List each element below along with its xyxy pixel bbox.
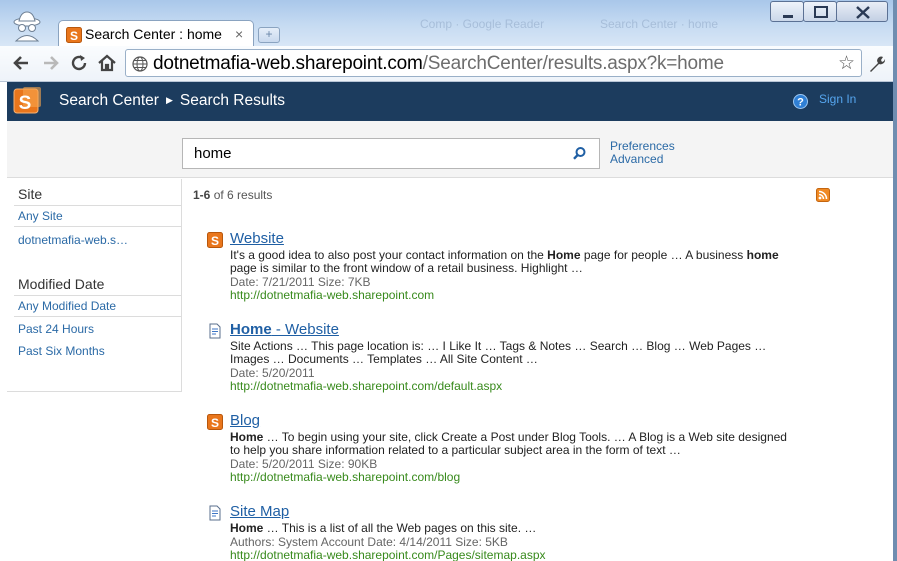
result-snippet: Home … To begin using your site, click C… bbox=[230, 430, 787, 458]
results-range: 1-6 bbox=[193, 188, 211, 202]
breadcrumb-separator-icon: ▶ bbox=[165, 95, 173, 105]
maximize-icon bbox=[814, 6, 828, 18]
svg-text:?: ? bbox=[797, 97, 804, 109]
wrench-icon[interactable] bbox=[866, 53, 888, 75]
incognito-icon bbox=[13, 11, 41, 42]
result-url-link[interactable]: http://dotnetmafia-web.sharepoint.com/de… bbox=[230, 379, 502, 393]
refiner-heading-site: Site bbox=[18, 186, 43, 202]
background-tab-label: Search Center · home bbox=[600, 17, 719, 31]
sharepoint-site-icon: S bbox=[207, 414, 223, 430]
background-tab-label: Comp · Google Reader bbox=[420, 17, 545, 31]
url-host: dotnetmafia-web.sharepoint.com bbox=[153, 53, 423, 74]
url-path: /SearchCenter/results.aspx?k=home bbox=[422, 53, 724, 74]
search-options: Preferences Advanced bbox=[610, 140, 675, 166]
refiner-item-any-site[interactable]: Any Site bbox=[18, 209, 63, 223]
result-title-link[interactable]: Website bbox=[230, 230, 284, 247]
home-icon[interactable] bbox=[96, 52, 118, 74]
results-count: 1-6 of 6 results bbox=[193, 188, 272, 202]
result-url-link[interactable]: http://dotnetmafia-web.sharepoint.com/Pa… bbox=[230, 548, 546, 561]
search-input[interactable] bbox=[183, 139, 563, 168]
address-bar[interactable]: dotnetmafia-web.sharepoint.com/SearchCen… bbox=[125, 49, 862, 77]
browser-toolbar: dotnetmafia-web.sharepoint.com/SearchCen… bbox=[0, 46, 897, 82]
globe-icon bbox=[132, 56, 148, 72]
bookmark-star-icon[interactable]: ☆ bbox=[838, 52, 855, 75]
breadcrumb: Search Center ▶ Search Results bbox=[59, 92, 285, 110]
sign-in-link[interactable]: Sign In bbox=[819, 92, 856, 106]
search-icon[interactable] bbox=[571, 146, 587, 162]
refiner-item-any-modified-date[interactable]: Any Modified Date bbox=[18, 299, 116, 313]
window-frame-edge bbox=[893, 0, 897, 561]
close-icon bbox=[856, 6, 870, 19]
result-meta: Date: 5/20/2011 Size: 90KB bbox=[230, 457, 378, 471]
sharepoint-logo-icon[interactable]: S bbox=[13, 86, 43, 116]
result-snippet: Site Actions … This page location is: … … bbox=[230, 339, 767, 367]
result-url-link[interactable]: http://dotnetmafia-web.sharepoint.com bbox=[230, 288, 434, 302]
result-title-rest: - Website bbox=[271, 321, 339, 338]
svg-text:S: S bbox=[19, 93, 32, 114]
result-title-link[interactable]: Blog bbox=[230, 412, 260, 429]
maximize-button[interactable] bbox=[803, 1, 837, 22]
refiner-item-site[interactable]: dotnetmafia-web.s… bbox=[18, 233, 128, 247]
svg-text:S: S bbox=[211, 416, 219, 430]
result-title-link[interactable]: Site Map bbox=[230, 503, 289, 520]
svg-text:S: S bbox=[211, 234, 219, 248]
reload-icon[interactable] bbox=[68, 52, 90, 74]
search-area: Preferences Advanced bbox=[7, 121, 894, 178]
help-icon[interactable]: ? bbox=[793, 94, 808, 109]
result-meta: Authors: System Account Date: 4/14/2011 … bbox=[230, 535, 508, 549]
result-title-bold: Home bbox=[230, 321, 272, 338]
forward-arrow-icon[interactable] bbox=[40, 52, 62, 74]
page-icon bbox=[209, 505, 221, 521]
url-text: dotnetmafia-web.sharepoint.com/SearchCen… bbox=[153, 53, 724, 75]
tab-title: Search Center : home bbox=[85, 26, 222, 42]
search-box bbox=[182, 138, 600, 169]
minimize-icon bbox=[783, 15, 793, 18]
refiner-item-past-24-hours[interactable]: Past 24 Hours bbox=[18, 322, 94, 336]
result-meta: Date: 5/20/2011 bbox=[230, 366, 315, 380]
advanced-search-link[interactable]: Advanced bbox=[610, 153, 675, 166]
rss-icon[interactable] bbox=[816, 188, 830, 202]
refiner-heading-modified-date: Modified Date bbox=[18, 276, 105, 292]
minimize-button[interactable] bbox=[770, 1, 804, 22]
browser-titlebar: S Search Center : home × + Comp · Google… bbox=[0, 0, 897, 47]
refiner-item-past-six-months[interactable]: Past Six Months bbox=[18, 344, 105, 358]
result-url-link[interactable]: http://dotnetmafia-web.sharepoint.com/bl… bbox=[230, 470, 460, 484]
svg-text:S: S bbox=[70, 29, 78, 43]
breadcrumb-search-results: Search Results bbox=[179, 92, 285, 109]
sharepoint-favicon-icon: S bbox=[66, 27, 82, 43]
results-total: of 6 results bbox=[213, 188, 273, 202]
close-window-button[interactable] bbox=[836, 1, 888, 22]
result-snippet: It's a good idea to also post your conta… bbox=[230, 248, 779, 276]
page-icon bbox=[209, 323, 221, 339]
result-title-link[interactable]: Home - Website bbox=[230, 321, 339, 338]
result-meta: Date: 7/21/2011 Size: 7KB bbox=[230, 275, 371, 289]
result-snippet: Home … This is a list of all the Web pag… bbox=[230, 521, 537, 535]
sharepoint-header: S Search Center ▶ Search Results ? Sign In bbox=[7, 82, 894, 121]
sharepoint-site-icon: S bbox=[207, 232, 223, 248]
back-arrow-icon[interactable] bbox=[10, 52, 32, 74]
tab-search-center[interactable]: S Search Center : home × bbox=[58, 20, 254, 47]
new-tab-button[interactable]: + bbox=[258, 27, 280, 43]
breadcrumb-search-center[interactable]: Search Center bbox=[59, 92, 159, 109]
refinement-panel: Site Any Site dotnetmafia-web.s… Modifie… bbox=[7, 179, 182, 392]
tab-close-icon[interactable]: × bbox=[235, 26, 243, 42]
